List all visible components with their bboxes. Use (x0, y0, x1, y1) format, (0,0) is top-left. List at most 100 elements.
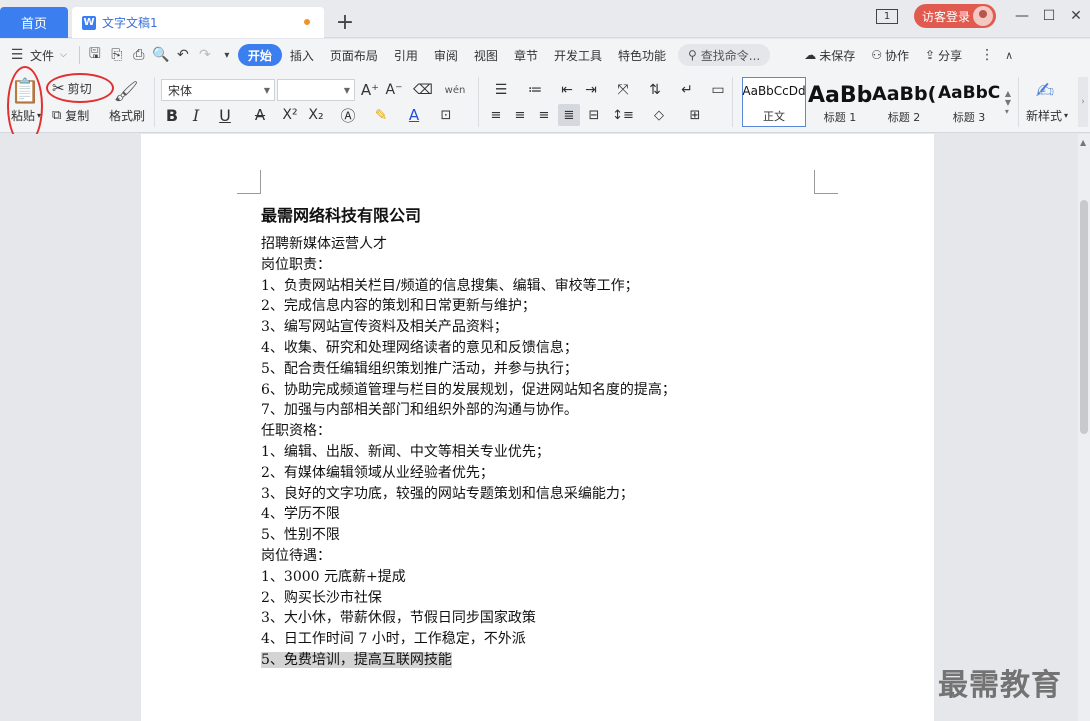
new-tab-button[interactable]: + (334, 8, 356, 36)
scrollbar-thumb[interactable] (1080, 200, 1088, 434)
style-heading-2[interactable]: AaBb( 标题 2 (872, 77, 936, 127)
visitor-login-button[interactable]: 访客登录 (914, 4, 996, 28)
more-options-icon[interactable]: ⋮ (976, 44, 998, 66)
hamburger-icon[interactable]: ☰ (6, 44, 28, 66)
unsaved-status[interactable]: ☁ 未保存 (796, 44, 863, 66)
menu-tab-view[interactable]: 视图 (466, 44, 506, 66)
menu-bar: ☰ 文件 ⌵ 🖫 ⎘ ⎙ 🔍 ↶ ↷ ▾ 开始 插入 页面布局 引用 审阅 视图… (0, 39, 1090, 71)
document-line: 4、收集、研究和处理网络读者的意见和反馈信息； (261, 339, 578, 356)
menu-tab-references[interactable]: 引用 (386, 44, 426, 66)
window-count-badge[interactable]: 1 (876, 9, 898, 24)
print-preview-icon[interactable]: 🔍 (150, 44, 172, 66)
menu-tab-developer[interactable]: 开发工具 (546, 44, 610, 66)
share-button[interactable]: ⇪ 分享 (917, 44, 970, 66)
clear-format-icon[interactable]: ⌫ (412, 79, 434, 101)
italic-button[interactable]: I (186, 104, 206, 126)
share-label: 分享 (938, 48, 963, 63)
style-normal[interactable]: AaBbCcDd 正文 (742, 77, 806, 127)
superscript-button[interactable]: X² (278, 104, 302, 126)
style-heading-1[interactable]: AaBb 标题 1 (808, 77, 872, 127)
phonetic-guide-icon[interactable]: wén (440, 79, 470, 101)
menu-tab-section[interactable]: 章节 (506, 44, 546, 66)
font-size-select[interactable]: ▼ (277, 79, 355, 101)
paintbrush-icon[interactable]: 🖌 (113, 77, 138, 105)
copy-button[interactable]: ⧉ 复制 (52, 105, 108, 125)
menu-tab-home[interactable]: 开始 (237, 44, 282, 66)
show-marks-icon[interactable]: ↵ (672, 79, 702, 101)
line-spacing-icon[interactable]: ↕≡ (608, 104, 638, 126)
collaborate-button[interactable]: ⚇ 协作 (863, 44, 917, 66)
document-line: 岗位待遇： (261, 547, 331, 564)
export-pdf-icon[interactable]: ⎘ (106, 44, 128, 66)
numbered-list-icon[interactable]: ≔ (520, 79, 550, 101)
customize-toolbar-icon[interactable]: ▾ (216, 44, 238, 66)
style-heading-3[interactable]: AaBbC 标题 3 (938, 77, 1000, 127)
tab-document[interactable]: W 文字文稿1 (72, 7, 324, 38)
vertical-scrollbar[interactable]: ▲ (1078, 134, 1090, 721)
divider (154, 77, 155, 127)
increase-indent-icon[interactable]: ⇥ (580, 79, 602, 101)
document-line: 1、负责网站相关栏目/频道的信息搜集、编辑、审校等工作； (261, 277, 639, 294)
document-page[interactable]: 最需网络科技有限公司 招聘新媒体运营人才 岗位职责： 1、负责网站相关栏目/频道的信… (141, 134, 934, 721)
document-body[interactable]: 最需网络科技有限公司 招聘新媒体运营人才 岗位职责： 1、负责网站相关栏目/频道的信… (261, 204, 821, 671)
new-style-icon[interactable]: ✍ (1030, 77, 1060, 105)
char-border-icon[interactable]: ⊡ (436, 104, 456, 126)
strikethrough-button[interactable]: A (246, 104, 274, 126)
document-line: 3、良好的文字功底，较强的网站专题策划和信息采编能力； (261, 485, 634, 502)
file-menu[interactable]: 文件 ⌵ (28, 44, 75, 66)
margin-corner-mark (237, 170, 261, 194)
align-center-icon[interactable]: ≡ (510, 104, 530, 126)
sort-icon[interactable]: ⇅ (644, 79, 666, 101)
tab-home[interactable]: 首页 (0, 7, 68, 38)
shading-icon[interactable]: ◇ (644, 104, 674, 126)
redo-icon[interactable]: ↷ (194, 44, 216, 66)
document-line: 4、日工作时间 7 小时，工作稳定，不外派 (261, 631, 526, 648)
menu-tab-page-layout[interactable]: 页面布局 (322, 44, 386, 66)
maximize-button[interactable]: ☐ (1037, 6, 1061, 26)
new-style-button[interactable]: 新样式 ▾ (1022, 107, 1072, 123)
bold-button[interactable]: B (162, 104, 182, 126)
table-tool-icon[interactable]: ▭ (706, 79, 730, 101)
copy-icon: ⧉ (52, 107, 62, 123)
minimize-button[interactable]: — (1010, 6, 1034, 26)
ribbon-scroll-right-icon[interactable]: › (1078, 77, 1088, 127)
document-line: 4、学历不限 (261, 506, 340, 523)
print-icon[interactable]: ⎙ (128, 44, 150, 66)
collapse-ribbon-icon[interactable]: ∧ (998, 44, 1020, 66)
menu-tab-review[interactable]: 审阅 (426, 44, 466, 66)
divider (1018, 77, 1019, 127)
cloud-icon: ☁ (804, 48, 817, 62)
highlight-color-icon[interactable]: ✎ (366, 104, 396, 126)
format-painter-button[interactable]: 格式刷 (106, 107, 148, 123)
text-direction-icon[interactable]: ⤧ (608, 79, 638, 101)
align-left-icon[interactable]: ≡ (486, 104, 506, 126)
scroll-up-icon[interactable]: ▲ (1080, 138, 1086, 147)
subscript-button[interactable]: X₂ (304, 104, 328, 126)
justify-icon[interactable]: ≣ (558, 104, 580, 126)
underline-button[interactable]: U (210, 104, 240, 126)
align-right-icon[interactable]: ≡ (534, 104, 554, 126)
bullet-list-icon[interactable]: ☰ (486, 79, 516, 101)
text-effect-icon[interactable]: Ⓐ (334, 104, 362, 126)
increase-font-icon[interactable]: A⁺ (360, 79, 380, 101)
menu-tab-special[interactable]: 特色功能 (610, 44, 674, 66)
user-plus-icon: ⚇ (871, 48, 883, 62)
font-color-icon[interactable]: A (400, 104, 428, 126)
command-search[interactable]: ⚲ 查找命令... (677, 44, 771, 66)
decrease-font-icon[interactable]: A⁻ (384, 79, 404, 101)
document-line: 1、3000 元底薪+提成 (261, 568, 406, 585)
styles-scroll[interactable]: ▲ ▼ ▾ (1002, 77, 1014, 127)
selected-line[interactable]: 5、免费培训，提高互联网技能 (261, 650, 821, 671)
distributed-icon[interactable]: ⊟ (584, 104, 604, 126)
font-name-select[interactable]: 宋体 ▼ (161, 79, 275, 101)
document-line: 3、大小休，带薪休假，节假日同步国家政策 (261, 610, 536, 627)
tab-document-label: 文字文稿1 (102, 16, 158, 30)
borders-icon[interactable]: ⊞ (680, 104, 710, 126)
save-icon[interactable]: 🖫 (84, 44, 106, 66)
margin-corner-mark (814, 170, 838, 194)
chevron-down-icon: ▼ (263, 86, 270, 95)
menu-tab-insert[interactable]: 插入 (282, 44, 322, 66)
undo-icon[interactable]: ↶ (172, 44, 194, 66)
decrease-indent-icon[interactable]: ⇤ (556, 79, 578, 101)
close-button[interactable]: ✕ (1064, 6, 1088, 26)
